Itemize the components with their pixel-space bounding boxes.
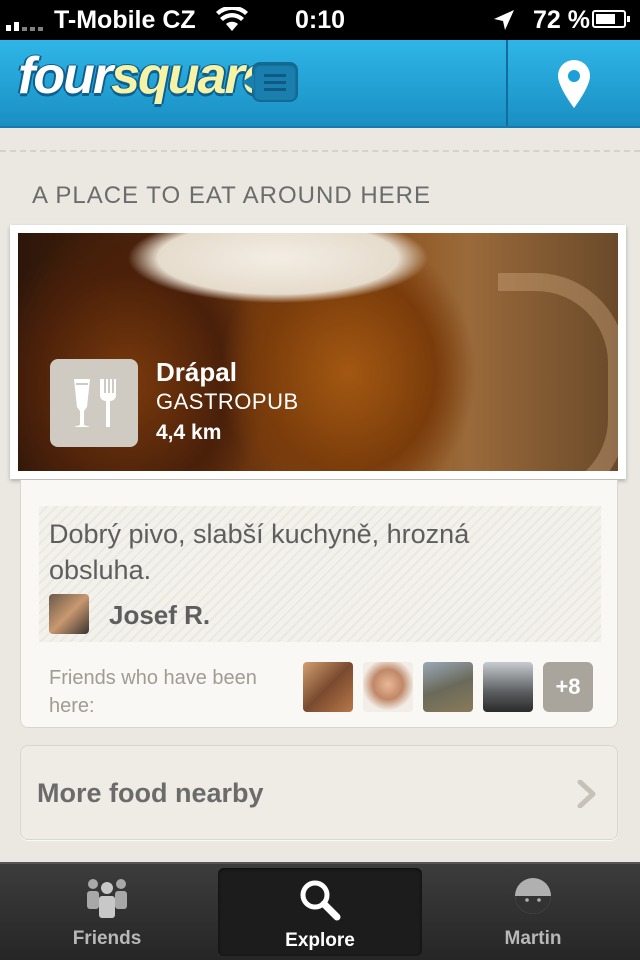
tip-text: Dobrý pivo, slabší kuchyně, hrozná obslu… <box>49 519 470 585</box>
chevron-right-icon <box>577 780 596 808</box>
battery-icon <box>592 10 630 28</box>
tab-friends-label: Friends <box>72 928 142 949</box>
more-friends-badge[interactable]: +8 <box>543 662 593 712</box>
battery-percent: 72 % <box>533 6 590 34</box>
location-button[interactable] <box>508 40 640 126</box>
tip-box[interactable]: Dobrý pivo, slabší kuchyně, hrozná obslu… <box>39 506 601 642</box>
tab-explore-label: Explore <box>285 930 355 951</box>
food-drink-icon <box>50 359 138 447</box>
logo-four: four <box>18 47 113 105</box>
tip-author-name[interactable]: Josef R. <box>109 600 210 631</box>
more-food-label: More food nearby <box>37 778 264 808</box>
divider <box>0 150 640 152</box>
location-services-icon <box>494 10 514 30</box>
tip-card: Dobrý pivo, slabší kuchyně, hrozná obslu… <box>20 480 618 728</box>
more-food-nearby-button[interactable]: More food nearby <box>20 745 618 840</box>
venue-distance: 4,4 km <box>156 421 222 444</box>
friend-avatar[interactable] <box>303 662 353 712</box>
friends-icon <box>87 879 127 918</box>
friend-avatar[interactable] <box>423 662 473 712</box>
search-icon <box>300 880 341 921</box>
location-pin-icon <box>558 60 590 108</box>
tab-explore[interactable]: Explore <box>218 868 422 956</box>
venue-card[interactable]: Drápal GASTROPUB 4,4 km <box>10 225 626 479</box>
friend-avatar[interactable] <box>483 662 533 712</box>
menu-button[interactable] <box>242 62 298 102</box>
tip-author-avatar[interactable] <box>49 594 89 634</box>
tab-friends[interactable]: Friends <box>0 864 214 960</box>
foursquare-logo: foursquare <box>18 46 272 106</box>
profile-icon <box>515 878 551 914</box>
status-bar: T-Mobile CZ 0:10 72 % <box>0 0 640 40</box>
tab-martin[interactable]: Martin <box>426 864 640 960</box>
venue-photo[interactable]: Drápal GASTROPUB 4,4 km <box>18 233 618 471</box>
tab-bar: Friends Explore Martin <box>0 862 640 960</box>
friend-avatar[interactable] <box>363 662 413 712</box>
friends-label: Friends who have been here: <box>49 667 257 717</box>
tab-martin-label: Martin <box>504 928 562 949</box>
venue-name: Drápal <box>156 357 237 387</box>
battery-level <box>596 14 615 24</box>
navigation-bar: foursquare <box>0 40 640 128</box>
section-title: A PLACE TO EAT AROUND HERE <box>32 182 432 209</box>
venue-category: GASTROPUB <box>156 389 299 414</box>
